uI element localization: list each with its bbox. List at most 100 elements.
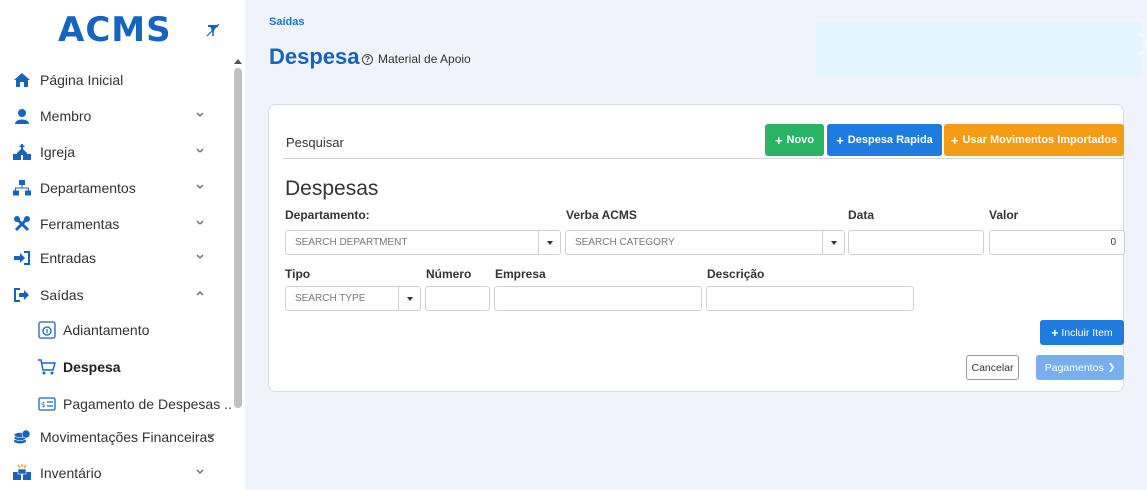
numero-label: Número	[426, 267, 472, 281]
chevron-down-icon	[196, 469, 204, 474]
tools-icon	[12, 214, 32, 234]
page-title: Despesa	[269, 44, 360, 69]
sidebar-item-label: Página Inicial	[40, 72, 124, 88]
chevron-down-icon	[207, 433, 215, 438]
breadcrumb[interactable]: Saídas	[269, 16, 304, 28]
despesa-rapida-label: Despesa Rapida	[847, 134, 933, 146]
sidebar-scrollbar[interactable]	[234, 68, 242, 408]
chevron-down-icon	[196, 184, 204, 189]
novo-label: Novo	[786, 134, 815, 146]
plus-icon: +	[836, 132, 844, 148]
main-content: Saídas Despesa ? Material de Apoio Pesqu…	[245, 0, 1147, 490]
user-icon	[12, 106, 32, 126]
sign-in-icon	[12, 248, 32, 268]
banner-close-edge	[1138, 34, 1146, 54]
empresa-label: Empresa	[495, 267, 546, 281]
numero-input[interactable]	[425, 286, 490, 311]
sidebar-subitem-pagamento-despesas[interactable]: $ Pagamento de Despesas ...	[0, 389, 232, 419]
sidebar-subitem-label: Adiantamento	[63, 322, 150, 338]
data-label: Data	[848, 208, 875, 222]
sidebar-item-inventario[interactable]: Inventário	[0, 458, 232, 488]
cart-icon	[38, 358, 56, 376]
tab-pesquisar[interactable]: Pesquisar	[283, 133, 763, 159]
pagamentos-button[interactable]: Pagamentos ❯	[1036, 355, 1124, 380]
type-select[interactable]: SEARCH TYPE	[285, 286, 421, 311]
sidebar-subitem-label: Pagamento de Despesas ...	[63, 396, 232, 412]
help-link[interactable]: ? Material de Apoio	[362, 52, 471, 66]
section-title: Despesas	[285, 177, 379, 200]
novo-button[interactable]: + Novo	[765, 124, 824, 156]
category-placeholder: SEARCH CATEGORY	[575, 237, 675, 248]
sidebar-item-label: Saídas	[40, 287, 84, 303]
pagamentos-label: Pagamentos	[1044, 361, 1104, 374]
data-input[interactable]	[848, 230, 984, 255]
sidebar-item-label: Inventário	[40, 465, 102, 481]
chevron-down-icon	[196, 112, 204, 117]
valor-label: Valor	[989, 208, 1019, 222]
despesa-rapida-button[interactable]: + Despesa Rapida	[827, 124, 942, 156]
church-icon	[12, 142, 32, 162]
sidebar-item-label: Departamentos	[40, 180, 136, 196]
sidebar-item-label: Movimentações Financeiras	[40, 429, 215, 445]
sitemap-icon	[12, 178, 32, 198]
sidebar-item-entradas[interactable]: Entradas	[0, 243, 232, 273]
tipo-label: Tipo	[285, 267, 311, 281]
plus-icon: +	[774, 132, 783, 148]
dropdown-arrow-icon	[398, 287, 420, 310]
expense-card: Pesquisar + Novo + Despesa Rapida + Usar…	[268, 104, 1125, 392]
sidebar: ACMS Página Inicial Membro Igreja Depart…	[0, 0, 232, 490]
category-select[interactable]: SEARCH CATEGORY	[565, 230, 845, 255]
sidebar-subitem-despesa[interactable]: Despesa	[0, 352, 232, 382]
usar-movimentos-importados-button[interactable]: + Usar Movimentos Importados	[944, 124, 1124, 156]
divider	[283, 158, 1125, 159]
valor-input[interactable]: 0	[989, 230, 1125, 255]
sidebar-item-membro[interactable]: Membro	[0, 101, 232, 131]
sidebar-item-label: Membro	[40, 108, 92, 124]
sidebar-item-label: Igreja	[40, 144, 76, 160]
sidebar-item-label: Entradas	[40, 250, 97, 266]
pin-icon[interactable]	[205, 22, 221, 38]
plus-icon: +	[1051, 325, 1059, 340]
departamento-label: Departamento:	[285, 208, 370, 222]
department-placeholder: SEARCH DEPARTMENT	[295, 237, 408, 248]
notice-banner	[816, 22, 1141, 76]
sidebar-subitem-label: Despesa	[63, 359, 121, 375]
boxes-icon	[12, 463, 32, 483]
sidebar-item-ferramentas[interactable]: Ferramentas	[0, 209, 232, 239]
svg-text:$: $	[41, 401, 45, 409]
scroll-up-arrow[interactable]	[234, 59, 242, 64]
question-circle-icon: ?	[362, 53, 373, 65]
advance-icon	[38, 321, 56, 339]
department-select[interactable]: SEARCH DEPARTMENT	[285, 230, 561, 255]
cancelar-button[interactable]: Cancelar	[966, 355, 1019, 380]
chevron-up-icon	[196, 291, 204, 296]
chevron-right-icon: ❯	[1107, 362, 1116, 372]
descricao-label: Descrição	[707, 267, 765, 281]
sidebar-subitem-adiantamento[interactable]: Adiantamento	[0, 315, 232, 345]
empresa-input[interactable]	[494, 286, 702, 311]
sidebar-item-igreja[interactable]: Igreja	[0, 137, 232, 167]
sign-out-icon	[12, 285, 32, 305]
chevron-down-icon	[196, 148, 204, 153]
import-label: Usar Movimentos Importados	[962, 134, 1118, 146]
chevron-down-icon	[196, 254, 204, 259]
descricao-input[interactable]	[706, 286, 914, 311]
dropdown-arrow-icon	[822, 231, 844, 254]
sidebar-item-label: Ferramentas	[40, 216, 120, 232]
sidebar-item-pagina-inicial[interactable]: Página Inicial	[0, 65, 232, 95]
receipt-icon: $	[38, 395, 56, 413]
dropdown-arrow-icon	[538, 231, 560, 254]
sidebar-item-departamentos[interactable]: Departamentos	[0, 173, 232, 203]
app-logo: ACMS	[58, 10, 172, 50]
chevron-down-icon	[196, 220, 204, 225]
help-label: Material de Apoio	[378, 52, 471, 66]
incluir-label: Incluir Item	[1061, 326, 1113, 339]
incluir-item-button[interactable]: + Incluir Item	[1040, 320, 1124, 345]
verba-label: Verba ACMS	[566, 208, 637, 222]
type-placeholder: SEARCH TYPE	[295, 293, 366, 304]
home-icon	[12, 70, 32, 90]
coins-icon	[12, 427, 32, 447]
plus-icon: +	[950, 132, 959, 148]
sidebar-item-movimentacoes[interactable]: Movimentações Financeiras	[0, 422, 232, 452]
sidebar-item-saidas[interactable]: Saídas	[0, 280, 232, 310]
